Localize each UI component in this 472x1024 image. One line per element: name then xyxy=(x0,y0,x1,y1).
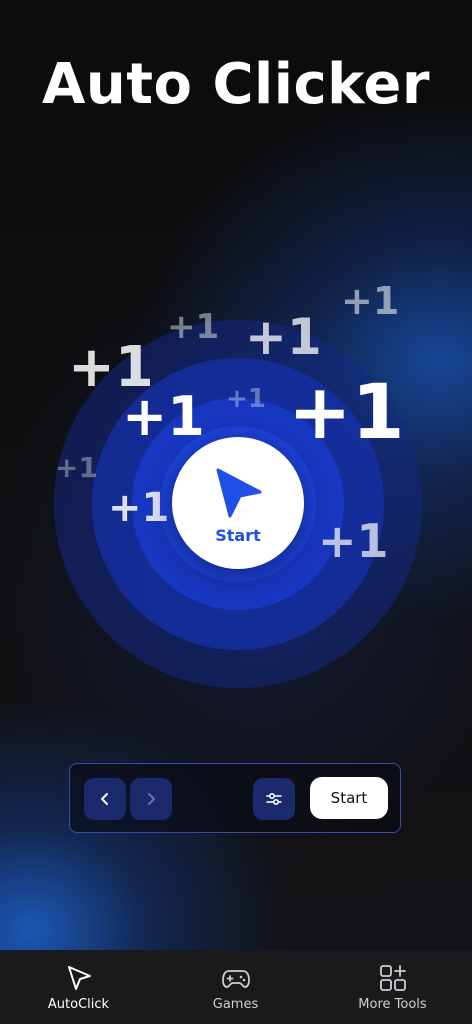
floating-plus-one: +1 xyxy=(341,279,400,323)
nav-item-more-tools[interactable]: More Tools xyxy=(314,950,471,1024)
floating-plus-one: +1 xyxy=(55,451,98,484)
control-toolbar: Start xyxy=(69,763,401,833)
floating-plus-one: +1 xyxy=(108,485,170,531)
start-button[interactable]: Start xyxy=(310,777,388,819)
floating-plus-one: +1 xyxy=(288,367,405,456)
floating-plus-one: +1 xyxy=(318,514,389,568)
sliders-icon xyxy=(266,793,282,806)
nav-item-autoclick[interactable]: AutoClick xyxy=(0,950,157,1024)
nav-item-games[interactable]: Games xyxy=(157,950,314,1024)
center-start-button[interactable]: Start xyxy=(172,437,304,569)
center-start-label: Start xyxy=(215,525,261,545)
grid-plus-icon xyxy=(379,965,406,991)
page-title: Auto Clicker xyxy=(42,52,430,117)
chevron-right-icon xyxy=(148,793,155,805)
gamepad-icon xyxy=(221,970,250,988)
nav-item-label: Games xyxy=(212,997,259,1012)
cursor-icon xyxy=(67,966,91,990)
floating-plus-one: +1 xyxy=(245,308,322,366)
next-button[interactable] xyxy=(130,778,172,820)
nav-item-label: AutoClick xyxy=(47,997,110,1012)
nav-item-label: More Tools xyxy=(358,997,427,1012)
floating-plus-one: +1 xyxy=(226,384,266,414)
previous-button[interactable] xyxy=(84,778,126,820)
floating-plus-one: +1 xyxy=(167,307,220,347)
bottom-navigation: AutoClick Games More Tools xyxy=(0,950,472,1024)
settings-button[interactable] xyxy=(253,778,295,820)
chevron-left-icon xyxy=(101,793,108,805)
floating-plus-one: +1 xyxy=(122,385,205,448)
cursor-arrow-icon xyxy=(216,468,262,517)
